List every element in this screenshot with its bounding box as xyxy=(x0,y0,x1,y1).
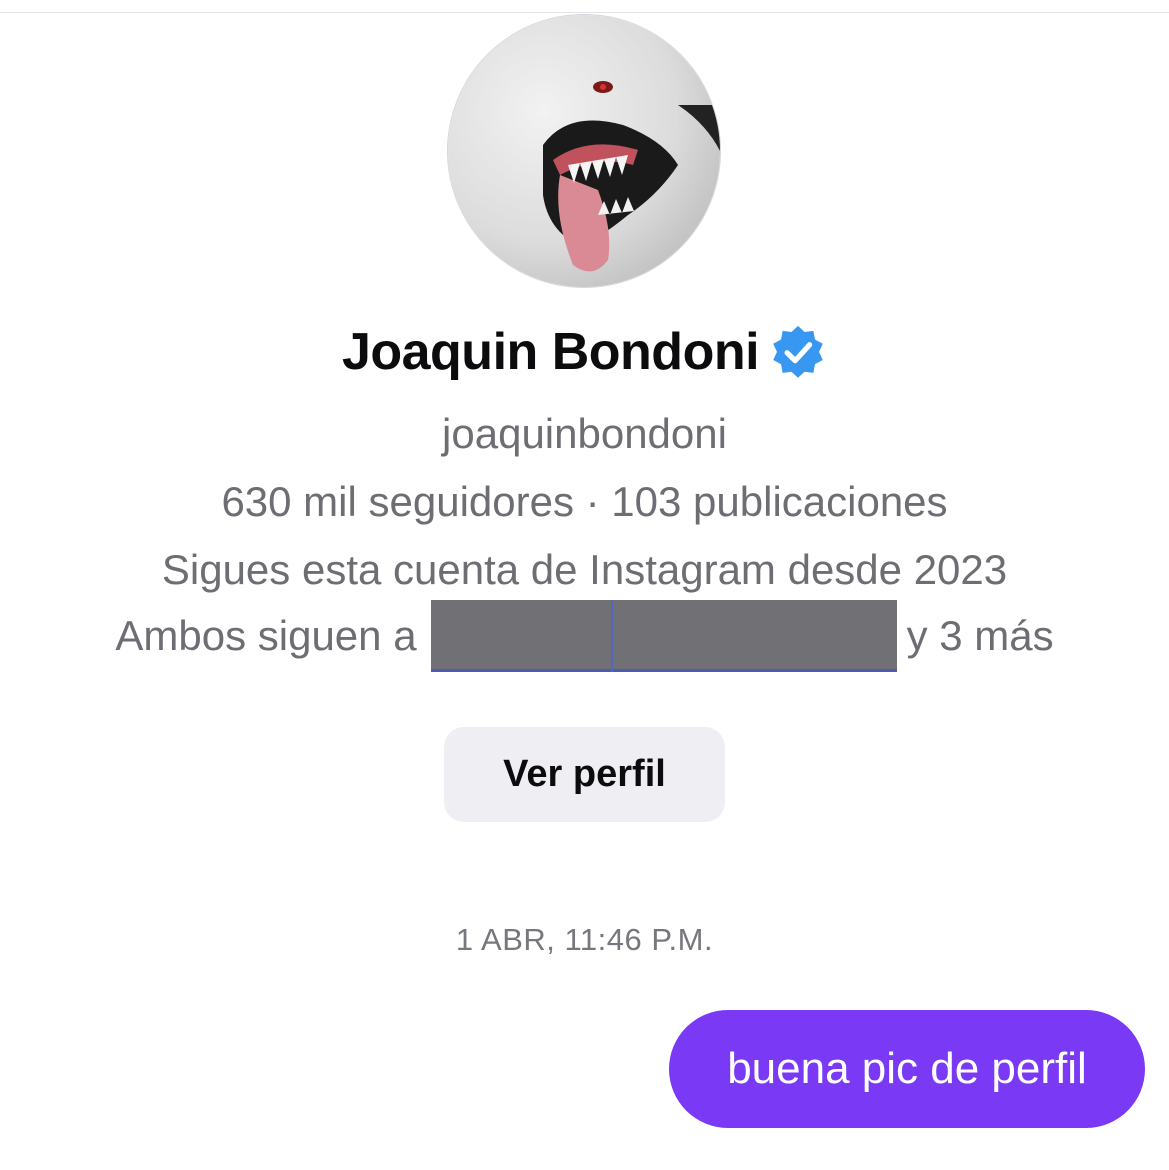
profile-avatar[interactable] xyxy=(447,14,721,288)
top-divider xyxy=(0,12,1169,13)
message-text: buena pic de perfil xyxy=(727,1044,1087,1093)
redacted-username xyxy=(610,600,897,672)
message-timestamp: 1 ABR, 11:46 P.M. xyxy=(455,922,714,957)
mutual-followers: Ambos siguen a y 3 más xyxy=(0,600,1169,672)
avatar-image xyxy=(448,15,720,287)
profile-stats: 630 mil seguidores · 103 publicaciones xyxy=(221,478,948,525)
verified-badge-icon xyxy=(773,325,823,378)
profile-name: Joaquin Bondoni xyxy=(341,323,760,381)
profile-username: joaquinbondoni xyxy=(442,410,727,457)
profile-name-row: Joaquin Bondoni xyxy=(0,322,1169,382)
mutual-prefix: Ambos siguen a xyxy=(115,612,417,659)
view-profile-button[interactable]: Ver perfil xyxy=(444,727,725,822)
mutual-suffix: y 3 más xyxy=(906,612,1054,659)
follow-since-text: Sigues esta cuenta de Instagram desde 20… xyxy=(161,546,1008,593)
redacted-username xyxy=(430,600,611,672)
sent-message-bubble[interactable]: buena pic de perfil xyxy=(669,1010,1145,1128)
